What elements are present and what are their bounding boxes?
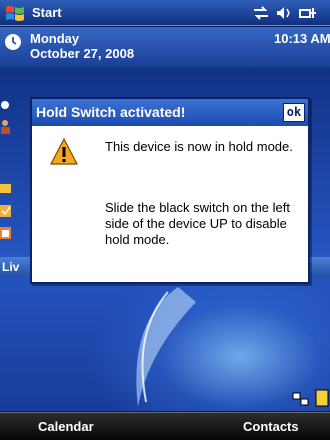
clock-icon — [4, 33, 22, 51]
windows-swirl-graphic — [108, 282, 198, 412]
contacts-softkey[interactable]: Contacts — [243, 419, 299, 434]
calendar-softkey[interactable]: Calendar — [38, 419, 94, 434]
dialog-title: Hold Switch activated! — [36, 104, 186, 120]
day-text: Monday — [30, 31, 80, 46]
tasks-icon[interactable] — [0, 202, 12, 220]
live-search-label: Liv — [2, 260, 20, 274]
date-text: October 27, 2008 — [30, 46, 135, 61]
dialog-instruction: Slide the black switch on the left side … — [105, 200, 290, 247]
volume-icon[interactable] — [275, 4, 293, 22]
start-flag-icon[interactable] — [4, 3, 26, 23]
ok-button[interactable]: ok — [283, 103, 305, 122]
title-bar: Start — [0, 0, 330, 26]
messaging-icon[interactable] — [0, 180, 12, 198]
date-row[interactable]: Monday October 27, 2008 10:13 AM — [0, 27, 330, 67]
device-screen: Start Monday October 27, 2008 10:13 AM L… — [0, 0, 330, 440]
network-icon[interactable] — [292, 391, 310, 407]
connectivity-icon[interactable] — [252, 4, 270, 22]
warning-icon — [49, 137, 79, 167]
wireless-icon[interactable] — [0, 97, 12, 115]
hold-switch-dialog: Hold Switch activated! ok This device is… — [30, 97, 310, 284]
dialog-message: This device is now in hold mode. — [105, 139, 293, 154]
owner-icon[interactable] — [0, 117, 12, 135]
sync-icon[interactable] — [314, 389, 330, 407]
time-text: 10:13 AM — [274, 31, 330, 46]
dialog-title-bar: Hold Switch activated! ok — [32, 99, 308, 126]
today-items-strip — [0, 69, 12, 289]
title-text[interactable]: Start — [32, 5, 62, 20]
battery-plug-icon[interactable] — [298, 4, 316, 22]
softkey-bar: Calendar Contacts — [0, 412, 330, 440]
calendar-icon[interactable] — [0, 224, 12, 242]
